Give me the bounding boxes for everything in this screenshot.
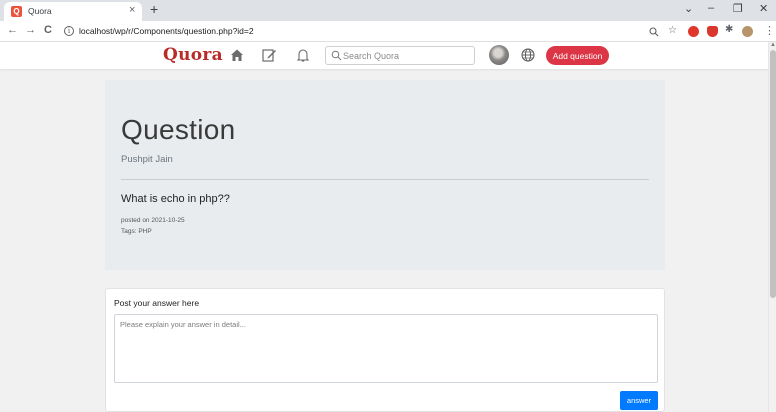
- browser-menu-icon[interactable]: ⋮: [764, 24, 775, 37]
- restore-window-button[interactable]: ❐: [733, 2, 743, 15]
- add-question-button[interactable]: Add question: [546, 46, 609, 65]
- forward-button[interactable]: →: [25, 24, 36, 36]
- globe-icon[interactable]: [520, 47, 536, 63]
- zoom-icon[interactable]: [649, 27, 659, 37]
- site-info-icon[interactable]: i: [64, 26, 74, 36]
- brand-logo[interactable]: Quora: [163, 45, 223, 65]
- question-tags: Tags: PHP: [121, 228, 152, 235]
- divider: [121, 179, 649, 180]
- user-avatar[interactable]: [489, 45, 509, 65]
- page-title: Question: [121, 114, 236, 145]
- minimize-window-button[interactable]: –: [708, 2, 714, 14]
- answer-form-card: Post your answer here answer: [105, 288, 665, 412]
- back-button[interactable]: ←: [7, 24, 18, 36]
- answer-submit-button[interactable]: answer: [620, 391, 658, 410]
- opera-extension-icon[interactable]: [688, 26, 699, 37]
- tab-close-icon[interactable]: ×: [129, 4, 135, 16]
- search-icon: [331, 50, 342, 61]
- ublock-extension-icon[interactable]: [707, 26, 718, 37]
- tab-search-dropdown-icon[interactable]: ⌄: [684, 2, 693, 15]
- bookmark-star-icon[interactable]: ☆: [668, 25, 677, 36]
- question-jumbotron: Question Pushpit Jain What is echo in ph…: [105, 80, 665, 270]
- bell-icon[interactable]: [295, 47, 311, 63]
- home-icon[interactable]: [229, 47, 245, 63]
- site-navbar: Quora Add question: [0, 42, 776, 69]
- answer-label: Post your answer here: [114, 298, 200, 308]
- page-scrollbar[interactable]: ▲: [768, 42, 776, 412]
- question-posted-date: posted on 2021-10-25: [121, 217, 185, 224]
- new-tab-button[interactable]: +: [150, 1, 158, 17]
- question-title: What is echo in php??: [121, 193, 230, 205]
- profile-avatar-icon[interactable]: [742, 26, 753, 37]
- search-box: [325, 46, 475, 65]
- question-author: Pushpit Jain: [121, 154, 173, 165]
- extensions-puzzle-icon[interactable]: ✱: [725, 24, 733, 35]
- answer-textarea[interactable]: [114, 314, 658, 383]
- browser-tab[interactable]: Q Quora ×: [4, 2, 142, 21]
- url-text[interactable]: localhost/wp/r/Components/question.php?i…: [79, 26, 254, 36]
- scroll-up-arrow-icon[interactable]: ▲: [770, 42, 776, 48]
- scrollbar-thumb[interactable]: [770, 50, 776, 298]
- search-input[interactable]: [343, 48, 471, 63]
- edit-icon[interactable]: [261, 47, 277, 63]
- tab-title: Quora: [28, 6, 52, 16]
- close-window-button[interactable]: ✕: [759, 2, 768, 15]
- browser-toolbar: ← → C i localhost/wp/r/Components/questi…: [0, 21, 776, 42]
- quora-favicon-icon: Q: [11, 6, 22, 17]
- reload-button[interactable]: C: [44, 24, 52, 36]
- browser-tabstrip: Q Quora × + ⌄ – ❐ ✕: [0, 0, 776, 21]
- address-bar[interactable]: i localhost/wp/r/Components/question.php…: [57, 23, 689, 40]
